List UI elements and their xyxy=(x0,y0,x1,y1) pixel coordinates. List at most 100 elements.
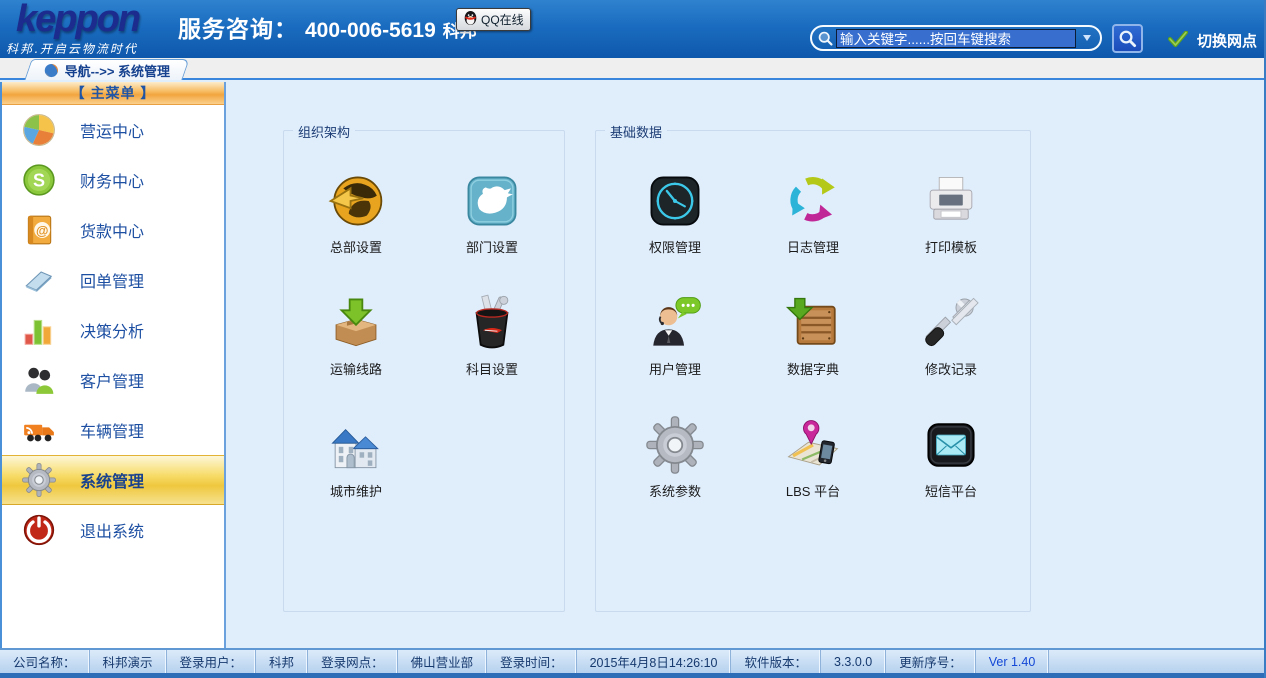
search-pill xyxy=(810,25,1102,51)
keppon-logo: keppon xyxy=(16,0,139,41)
search-dropdown-arrow-icon[interactable] xyxy=(1083,35,1091,41)
sidebar-item-operations-center[interactable]: 营运中心 xyxy=(2,105,224,155)
bottom-edge xyxy=(0,673,1264,678)
switch-site-label: 切换网点 xyxy=(1197,30,1257,51)
status-login-site-value: 佛山营业部 xyxy=(398,650,488,673)
shortcut-label: 用户管理 xyxy=(649,359,701,378)
groupbox-title: 组织架构 xyxy=(293,122,355,141)
service-hotline: 服务咨询： 400-006-5619 科邦 xyxy=(178,10,477,44)
lbsmap-icon xyxy=(784,416,842,474)
sidebar-item-payment-center[interactable]: @ 货款中心 xyxy=(2,205,224,255)
status-software-version-value: 3.3.0.0 xyxy=(821,650,886,673)
green-check-icon xyxy=(1168,31,1188,51)
shortcut-permission-management[interactable]: 权限管理 xyxy=(606,161,744,283)
qq-online-button[interactable]: QQ在线 xyxy=(456,8,531,31)
sidebar-item-vehicle-management[interactable]: 车辆管理 xyxy=(2,405,224,455)
groupbox-title: 基础数据 xyxy=(605,122,667,141)
sidebar-item-decision-analysis[interactable]: 决策分析 xyxy=(2,305,224,355)
sidebar-item-label: 决策分析 xyxy=(80,318,144,342)
bucket-icon xyxy=(463,294,521,352)
shortcut-user-management[interactable]: 用户管理 xyxy=(606,283,744,405)
shortcut-label: 打印模板 xyxy=(925,237,977,256)
bird-icon xyxy=(463,172,521,230)
sidebar: 【 主菜单 】 营运中心 S 财务中心 @ 货款中心回单管理决策分析客户管理车辆管理系统… xyxy=(0,82,226,648)
status-login-user-label: 登录用户： xyxy=(167,650,257,673)
sidebar-item-label: 车辆管理 xyxy=(80,418,144,442)
sidebar-item-customer-management[interactable]: 客户管理 xyxy=(2,355,224,405)
sidebar-item-label: 客户管理 xyxy=(80,368,144,392)
support-icon xyxy=(646,294,704,352)
status-company-name-value: 科邦演示 xyxy=(90,650,167,673)
sidebar-item-label: 财务中心 xyxy=(80,168,144,192)
service-label: 服务咨询： xyxy=(178,10,298,44)
status-login-time-value: 2015年4月8日14:26:10 xyxy=(577,650,732,673)
truck-icon xyxy=(22,413,56,447)
search-button[interactable] xyxy=(1112,24,1143,53)
globe-swirl-icon xyxy=(44,63,59,78)
shortcut-label: 日志管理 xyxy=(787,237,839,256)
logo-tagline: 科邦.开启云物流时代 xyxy=(6,40,176,57)
shortcut-change-records[interactable]: 修改记录 xyxy=(882,283,1020,405)
shortcut-print-template[interactable]: 打印模板 xyxy=(882,161,1020,283)
shortcut-sms-platform[interactable]: 短信平台 xyxy=(882,405,1020,527)
shortcut-label: 权限管理 xyxy=(649,237,701,256)
shortcut-system-parameters[interactable]: 系统参数 xyxy=(606,405,744,527)
shortcut-label: 数据字典 xyxy=(787,359,839,378)
users-icon xyxy=(22,363,56,397)
clockapp-icon xyxy=(646,172,704,230)
svg-text:@: @ xyxy=(36,223,48,238)
switch-site-link[interactable]: 切换网点 xyxy=(1168,30,1257,51)
sidebar-item-system-management[interactable]: 系统管理 xyxy=(2,455,224,505)
tools-icon xyxy=(922,294,980,352)
body-row: 【 主菜单 】 营运中心 S 财务中心 @ 货款中心回单管理决策分析客户管理车辆管理系统… xyxy=(0,82,1266,648)
shortcut-label: 城市维护 xyxy=(330,481,382,500)
tab-navigation-system-management[interactable]: 导航-->> 系统管理 xyxy=(24,59,189,80)
shortcut-department-setup[interactable]: 部门设置 xyxy=(424,161,560,283)
skype-icon: S xyxy=(22,163,56,197)
tab-label: 导航-->> 系统管理 xyxy=(65,61,170,80)
service-phone: 400-006-5619 xyxy=(305,19,436,43)
search-icon xyxy=(817,30,834,47)
shortcut-city-maintenance[interactable]: 城市维护 xyxy=(288,405,424,527)
sidebar-item-label: 系统管理 xyxy=(80,468,144,492)
bookat-icon: @ xyxy=(22,213,56,247)
shortcut-label: LBS 平台 xyxy=(786,481,840,500)
shortcut-lbs-platform[interactable]: LBS 平台 xyxy=(744,405,882,527)
shortcut-label: 科目设置 xyxy=(466,359,518,378)
sidebar-item-finance-center[interactable]: S 财务中心 xyxy=(2,155,224,205)
sidebar-item-exit-system[interactable]: 退出系统 xyxy=(2,505,224,555)
shortcut-label: 修改记录 xyxy=(925,359,977,378)
sidebar-main-menu-header: 【 主菜单 】 xyxy=(2,82,224,105)
pie-icon xyxy=(22,113,56,147)
search-input[interactable] xyxy=(836,29,1076,48)
top-header: keppon 科邦.开启云物流时代 服务咨询： 400-006-5619 科邦 … xyxy=(0,0,1264,58)
shortcut-headquarters-setup[interactable]: 总部设置 xyxy=(288,161,424,283)
status-company-name-label: 公司名称： xyxy=(0,650,90,673)
shortcut-transport-routes[interactable]: 运输线路 xyxy=(288,283,424,405)
status-login-site-label: 登录网点： xyxy=(308,650,398,673)
status-software-version-label: 软件版本： xyxy=(731,650,821,673)
status-login-user-value: 科邦 xyxy=(256,650,308,673)
smsapp-icon xyxy=(922,416,980,474)
sidebar-item-label: 货款中心 xyxy=(80,218,144,242)
shortcut-grid: 权限管理 日志管理 打印模板用户管理 数据字典 修改记录系统参数 LBS 平台 短信平台 xyxy=(596,131,1030,527)
app-window: keppon 科邦.开启云物流时代 服务咨询： 400-006-5619 科邦 … xyxy=(0,0,1266,678)
qq-penguin-icon xyxy=(463,10,478,29)
shortcut-label: 运输线路 xyxy=(330,359,382,378)
sidebar-item-receipt-management[interactable]: 回单管理 xyxy=(2,255,224,305)
status-update-serial-label: 更新序号： xyxy=(886,650,976,673)
groupbox-basic-data: 基础数据 权限管理日志管理打印模板用户管理数据字典修改记录系统参数LBS 平台短… xyxy=(595,130,1031,612)
shortcut-subject-setup[interactable]: 科目设置 xyxy=(424,283,560,405)
bars-icon xyxy=(22,313,56,347)
status-login-time-label: 登录时间： xyxy=(487,650,577,673)
shortcut-log-management[interactable]: 日志管理 xyxy=(744,161,882,283)
status-bar: 公司名称：科邦演示登录用户：科邦登录网点：佛山营业部登录时间：2015年4月8日… xyxy=(0,648,1264,673)
crate-icon xyxy=(784,294,842,352)
shortcut-data-dictionary[interactable]: 数据字典 xyxy=(744,283,882,405)
sidebar-item-label: 营运中心 xyxy=(80,118,144,142)
tab-bar: 导航-->> 系统管理 xyxy=(0,58,1264,80)
bluebook-icon xyxy=(22,263,56,297)
sidebar-menu: 营运中心 S 财务中心 @ 货款中心回单管理决策分析客户管理车辆管理系统管理退出系统 xyxy=(2,105,224,555)
shortcut-grid: 总部设置部门设置运输线路 科目设置城市维护 xyxy=(284,131,564,527)
shortcut-label: 系统参数 xyxy=(649,481,701,500)
